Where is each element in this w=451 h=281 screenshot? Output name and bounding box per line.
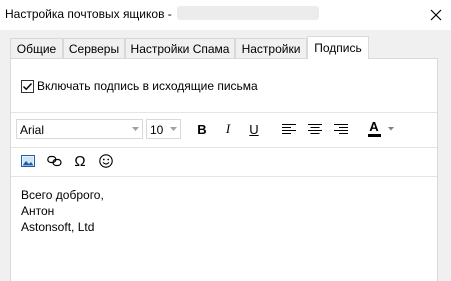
signature-panel: Включать подпись в исходящие письма Aria… <box>10 58 438 281</box>
font-color-icon: A <box>367 120 381 137</box>
tab-spam-settings[interactable]: Настройки Спама <box>125 38 235 58</box>
signature-line: Антон <box>21 204 55 218</box>
separator <box>11 112 437 113</box>
insert-symbol-icon: Ω <box>74 152 86 170</box>
tab-servers[interactable]: Серверы <box>63 38 125 58</box>
insert-symbol-button[interactable]: Ω <box>69 150 91 172</box>
close-icon <box>430 9 441 21</box>
close-button[interactable] <box>420 0 451 30</box>
dropdown-arrow-icon <box>388 127 394 131</box>
enable-signature-row[interactable]: Включать подпись в исходящие письма <box>21 79 258 93</box>
tab-settings[interactable]: Настройки <box>235 38 307 58</box>
font-size-select[interactable]: 10 <box>146 119 181 139</box>
window-title: Настройка почтовых ящиков - <box>5 7 172 21</box>
enable-signature-checkbox[interactable] <box>21 79 34 93</box>
bold-icon: B <box>197 121 207 137</box>
align-left-button[interactable] <box>278 118 300 140</box>
signature-line: Astonsoft, Ltd <box>21 220 95 234</box>
align-center-icon <box>308 123 322 134</box>
font-family-value: Arial <box>20 123 45 137</box>
align-right-button[interactable] <box>330 118 352 140</box>
blurred-account-name <box>177 6 319 20</box>
font-color-button[interactable]: A <box>365 117 383 139</box>
separator <box>11 147 437 148</box>
font-size-value: 10 <box>150 123 164 137</box>
signature-line: Всего доброго, <box>21 188 104 202</box>
signature-editor[interactable]: Всего доброго, Антон Astonsoft, Ltd <box>21 187 104 235</box>
italic-icon: I <box>225 121 231 136</box>
italic-button[interactable]: I <box>217 118 239 140</box>
font-color-dropdown[interactable] <box>385 118 397 140</box>
underline-icon: U <box>249 121 259 137</box>
tab-general[interactable]: Общие <box>10 38 63 58</box>
title-bar: Настройка почтовых ящиков - <box>0 0 451 30</box>
insert-emoji-icon <box>99 154 113 168</box>
align-right-icon <box>334 123 348 134</box>
align-center-button[interactable] <box>304 118 326 140</box>
insert-link-icon <box>46 155 62 167</box>
underline-button[interactable]: U <box>243 118 265 140</box>
insert-image-button[interactable] <box>17 150 39 172</box>
checkmark-icon <box>23 82 33 90</box>
dialog-body: Общие Серверы Настройки Спама Настройки … <box>0 30 451 281</box>
chevron-down-icon <box>128 120 142 138</box>
separator <box>11 176 437 177</box>
insert-link-button[interactable] <box>43 150 65 172</box>
bold-button[interactable]: B <box>191 118 213 140</box>
align-left-icon <box>282 123 296 134</box>
insert-image-icon <box>21 155 35 167</box>
chevron-down-icon <box>166 120 180 138</box>
font-color-swatch <box>367 133 381 137</box>
font-family-select[interactable]: Arial <box>16 119 143 139</box>
tab-signature[interactable]: Подпись <box>307 36 369 59</box>
enable-signature-label: Включать подпись в исходящие письма <box>37 79 258 93</box>
insert-emoji-button[interactable] <box>95 150 117 172</box>
